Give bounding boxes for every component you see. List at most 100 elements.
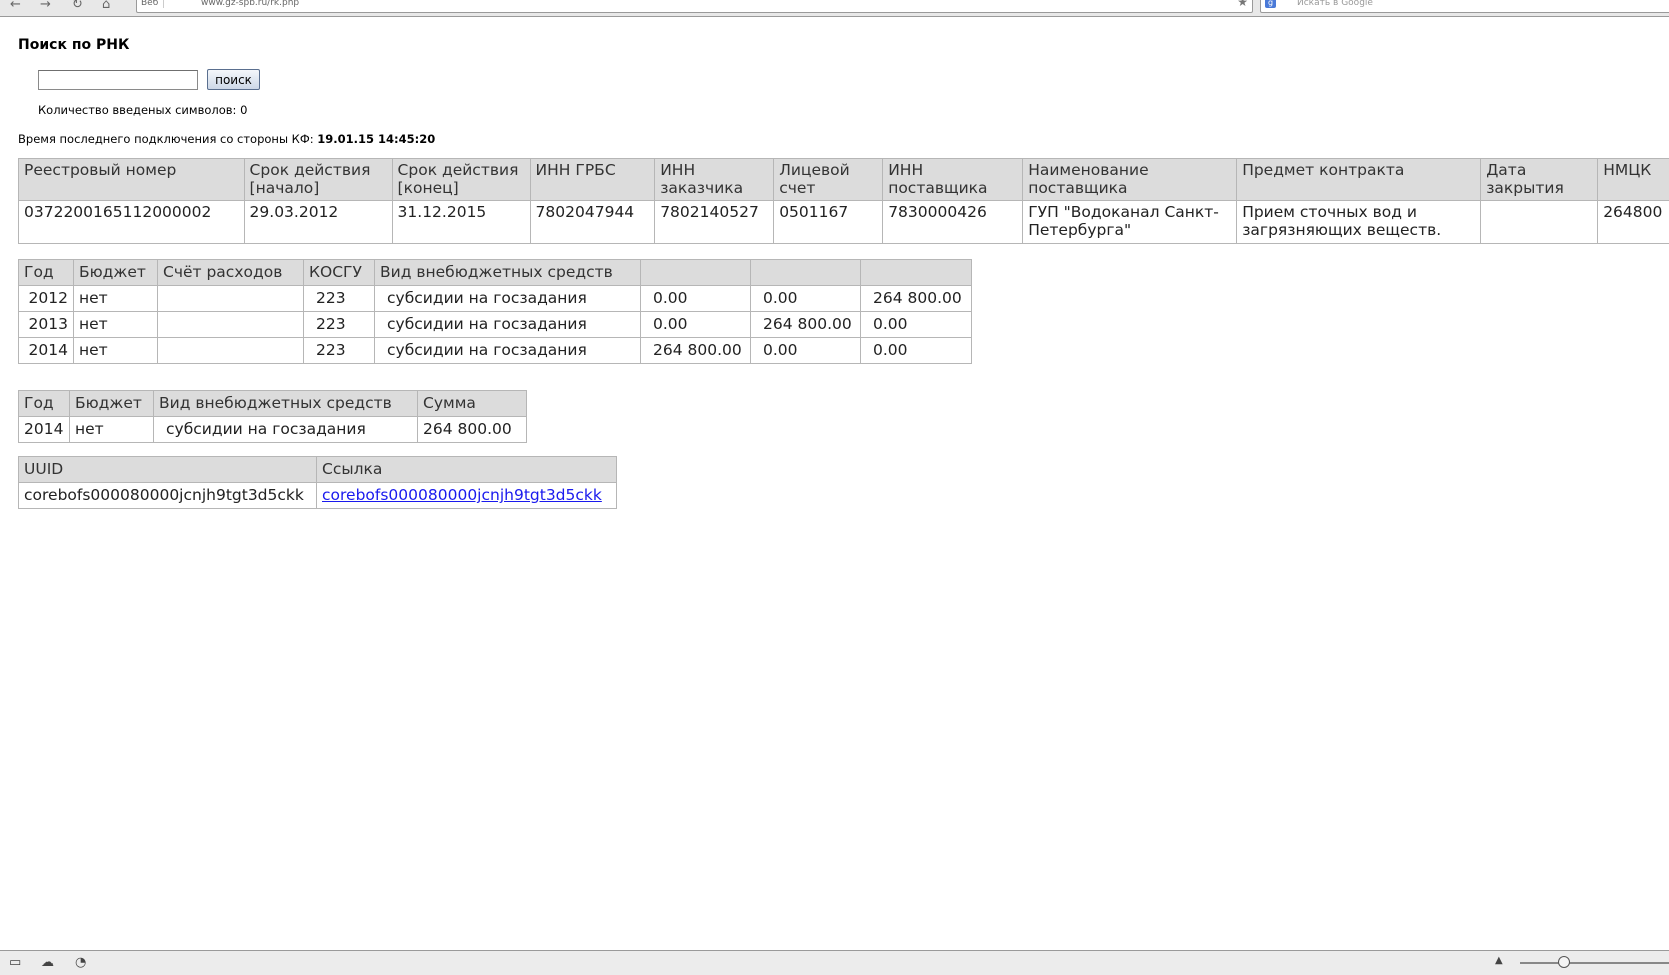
cell-term-start: 29.03.2012 — [244, 201, 392, 244]
col-registry-number: Реестровый номер — [19, 159, 245, 201]
search-form: поиск — [38, 69, 260, 90]
col-uuid: UUID — [19, 457, 317, 483]
cell-sum: 264 800.00 — [418, 417, 527, 443]
table-header-row: Год Бюджет Счёт расходов КОСГУ Вид внебю… — [19, 260, 972, 286]
cell-offbudget-type: субсидии на госзадания — [375, 338, 641, 364]
col-amount-2 — [751, 260, 861, 286]
table-header-row: UUID Ссылка — [19, 457, 617, 483]
cell-expense-account — [158, 312, 304, 338]
cell-inn-supplier: 7830000426 — [883, 201, 1023, 244]
table-row: 2014 нет субсидии на госзадания 264 800.… — [19, 417, 527, 443]
back-arrow-icon[interactable]: ← — [10, 0, 21, 12]
cell-expense-account — [158, 286, 304, 312]
col-inn-supplier: ИНН поставщика — [883, 159, 1023, 201]
cell-amount-1: 0.00 — [641, 312, 751, 338]
home-icon[interactable]: ⌂ — [102, 0, 110, 12]
table-row: 0372200165112000002 29.03.2012 31.12.201… — [19, 201, 1669, 244]
table-header-row: Год Бюджет Вид внебюджетных средств Сумм… — [19, 391, 527, 417]
speed-icon[interactable]: ◔ — [75, 955, 86, 970]
cell-kosgu: 223 — [304, 312, 375, 338]
col-year: Год — [19, 391, 70, 417]
cell-budget: нет — [74, 312, 158, 338]
col-year: Год — [19, 260, 74, 286]
col-nmck: НМЦК — [1598, 159, 1669, 201]
browser-toolbar: ← → ↻ ⌂ Веб www.gz-spb.ru/rk.php ★ g Иск… — [0, 0, 1669, 17]
col-expense-account: Счёт расходов — [158, 260, 304, 286]
sum-table: Год Бюджет Вид внебюджетных средств Сумм… — [18, 390, 527, 443]
reload-icon[interactable]: ↻ — [72, 0, 83, 12]
col-sum: Сумма — [418, 391, 527, 417]
browser-search-placeholder: Искать в Google — [1297, 0, 1373, 8]
col-term-end: Срок действия [конец] — [392, 159, 530, 201]
cell-registry-number: 0372200165112000002 — [19, 201, 245, 244]
bookmark-star-icon[interactable]: ★ — [1237, 0, 1248, 9]
contract-table: Реестровый номер Срок действия [начало] … — [18, 158, 1669, 244]
uuid-table: UUID Ссылка corebofs000080000jcnjh9tgt3d… — [18, 456, 617, 509]
cell-account: 0501167 — [774, 201, 883, 244]
cell-term-end: 31.12.2015 — [392, 201, 530, 244]
table-header-row: Реестровый номер Срок действия [начало] … — [19, 159, 1669, 201]
google-search-icon[interactable]: g — [1265, 0, 1276, 8]
col-inn-grbs: ИНН ГРБС — [530, 159, 655, 201]
last-connection-time: 19.01.15 14:45:20 — [317, 132, 435, 146]
table-row: 2013 нет 223 субсидии на госзадания 0.00… — [19, 312, 972, 338]
col-subject: Предмет контракта — [1237, 159, 1481, 201]
last-connection-info: Время последнего подключения со стороны … — [18, 132, 435, 146]
cell-amount-3: 0.00 — [861, 312, 972, 338]
col-term-start: Срок действия [начало] — [244, 159, 392, 201]
forward-arrow-icon[interactable]: → — [40, 0, 51, 12]
table-row: 2012 нет 223 субсидии на госзадания 0.00… — [19, 286, 972, 312]
col-supplier-name: Наименование поставщика — [1023, 159, 1237, 201]
last-connection-label: Время последнего подключения со стороны … — [18, 132, 314, 146]
url-protocol-label: Веб — [141, 0, 164, 8]
col-inn-customer: ИНН заказчика — [655, 159, 774, 201]
cell-budget: нет — [70, 417, 154, 443]
col-amount-1 — [641, 260, 751, 286]
cell-link: corebofs000080000jcnjh9tgt3d5ckk — [317, 483, 617, 509]
search-button[interactable]: поиск — [207, 69, 260, 90]
browser-statusbar: ▭ ☁ ◔ ▲ — [0, 950, 1669, 975]
col-account: Лицевой счет — [774, 159, 883, 201]
cell-year: 2014 — [19, 338, 74, 364]
cell-year: 2012 — [19, 286, 74, 312]
col-link: Ссылка — [317, 457, 617, 483]
cell-offbudget-type: субсидии на госзадания — [154, 417, 418, 443]
cell-inn-grbs: 7802047944 — [530, 201, 655, 244]
cell-uuid: corebofs000080000jcnjh9tgt3d5ckk — [19, 483, 317, 509]
cell-kosgu: 223 — [304, 286, 375, 312]
cell-kosgu: 223 — [304, 338, 375, 364]
cell-inn-customer: 7802140527 — [655, 201, 774, 244]
cell-close-date — [1481, 201, 1598, 244]
cell-year: 2014 — [19, 417, 70, 443]
col-amount-3 — [861, 260, 972, 286]
cell-subject: Прием сточных вод и загрязняющих веществ… — [1237, 201, 1481, 244]
zoom-toggle-icon[interactable]: ▲ — [1495, 955, 1503, 966]
cell-offbudget-type: субсидии на госзадания — [375, 312, 641, 338]
search-input[interactable] — [38, 70, 198, 90]
cell-amount-2: 0.00 — [751, 286, 861, 312]
zoom-slider-track[interactable] — [1520, 962, 1669, 964]
col-close-date: Дата закрытия — [1481, 159, 1598, 201]
col-budget: Бюджет — [74, 260, 158, 286]
cell-amount-1: 0.00 — [641, 286, 751, 312]
table-row: 2014 нет 223 субсидии на госзадания 264 … — [19, 338, 972, 364]
page-title: Поиск по РНК — [18, 37, 129, 53]
cell-expense-account — [158, 338, 304, 364]
char-count-label: Количество введеных символов: 0 — [38, 103, 247, 117]
cloud-icon[interactable]: ☁ — [41, 955, 54, 970]
address-bar[interactable]: Веб www.gz-spb.ru/rk.php ★ — [136, 0, 1253, 13]
cell-budget: нет — [74, 338, 158, 364]
zoom-slider-handle[interactable] — [1558, 956, 1570, 968]
panel-icon[interactable]: ▭ — [9, 955, 21, 970]
budget-table: Год Бюджет Счёт расходов КОСГУ Вид внебю… — [18, 259, 972, 364]
cell-amount-3: 264 800.00 — [861, 286, 972, 312]
cell-year: 2013 — [19, 312, 74, 338]
uuid-link[interactable]: corebofs000080000jcnjh9tgt3d5ckk — [322, 486, 602, 504]
cell-amount-3: 0.00 — [861, 338, 972, 364]
col-offbudget-type: Вид внебюджетных средств — [154, 391, 418, 417]
table-row: corebofs000080000jcnjh9tgt3d5ckk corebof… — [19, 483, 617, 509]
browser-search-bar[interactable]: g Искать в Google — [1260, 0, 1669, 13]
cell-nmck: 264800 — [1598, 201, 1669, 244]
col-kosgu: КОСГУ — [304, 260, 375, 286]
url-text[interactable]: www.gz-spb.ru/rk.php — [201, 0, 299, 8]
